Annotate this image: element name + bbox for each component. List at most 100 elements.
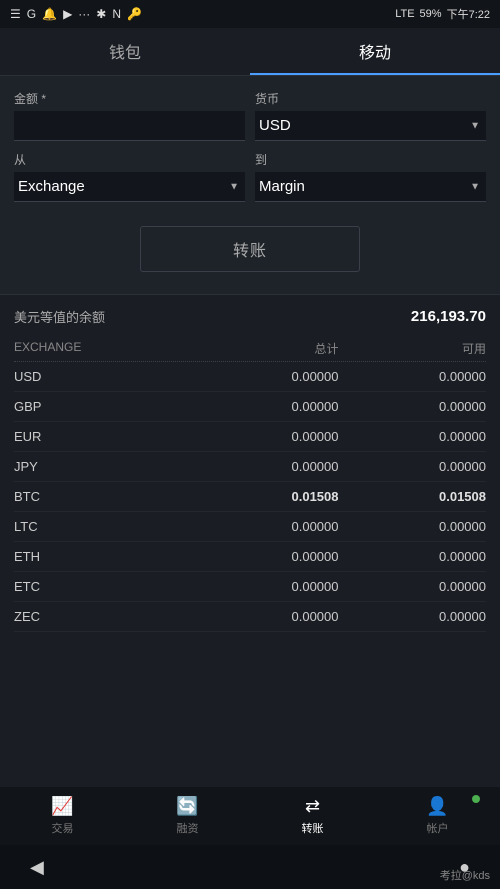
currency-available: 0.00000 (339, 579, 487, 594)
currency-name: ZEC (14, 609, 191, 624)
currency-total: 0.00000 (191, 579, 339, 594)
bluetooth-icon: ✱ (96, 7, 106, 21)
total-header: 总计 (191, 340, 339, 357)
currency-total: 0.00000 (191, 429, 339, 444)
signal-indicator: LTE (395, 8, 414, 20)
currency-total: 0.00000 (191, 549, 339, 564)
status-left-icons: ☰ G 🔔 ▶ ··· ✱ N 🔑 (10, 7, 142, 21)
currency-total: 0.00000 (191, 639, 339, 642)
fund-label: 融资 (177, 820, 199, 836)
currency-name: ETH (14, 549, 191, 564)
nav-transfer[interactable]: ⇄ 转账 (250, 787, 375, 845)
time-display: 下午7:22 (447, 6, 490, 22)
account-label: 帐户 (427, 820, 449, 836)
dots-icon: ··· (78, 7, 90, 21)
currency-label: 货币 (255, 90, 486, 107)
from-group: 从 Exchange (14, 151, 245, 202)
currency-available: 0.00000 (339, 549, 487, 564)
system-bar: ◀ ● 考拉@kds (0, 845, 500, 889)
bottom-nav: 📈 交易 🔄 融资 ⇄ 转账 👤 帐户 (0, 787, 500, 845)
to-group: 到 Margin (255, 151, 486, 202)
table-header: EXCHANGE 总计 可用 (14, 334, 486, 362)
status-right-info: LTE 59% 下午7:22 (395, 6, 490, 22)
currency-total: 0.00000 (191, 609, 339, 624)
table-row: ETC0.000000.00000 (14, 572, 486, 602)
menu-icon: ☰ (10, 7, 21, 21)
currency-available: 0.00000 (339, 639, 487, 642)
back-button[interactable]: ◀ (30, 857, 44, 878)
battery-indicator: 59% (420, 8, 442, 20)
table-row: ZEC0.000000.00000 (14, 602, 486, 632)
bell-icon: 🔔 (42, 7, 57, 21)
amount-input[interactable] (14, 111, 245, 141)
table-row: USD0.000000.00000 (14, 362, 486, 392)
balance-label: 美元等值的余额 (14, 307, 105, 326)
nfc-icon: N (112, 7, 121, 21)
table-row: BTC0.015080.01508 (14, 482, 486, 512)
currency-available: 0.00000 (339, 459, 487, 474)
status-bar: ☰ G 🔔 ▶ ··· ✱ N 🔑 LTE 59% 下午7:22 (0, 0, 500, 28)
trade-label: 交易 (52, 820, 74, 836)
transfer-icon: ⇄ (305, 796, 320, 817)
tab-wallet[interactable]: 钱包 (0, 28, 250, 75)
nav-account[interactable]: 👤 帐户 (375, 787, 500, 845)
table-row: GBP0.000000.00000 (14, 392, 486, 422)
currency-select-wrapper: USD (255, 111, 486, 141)
account-icon: 👤 (426, 796, 448, 817)
play-icon: ▶ (63, 7, 72, 21)
table-section: EXCHANGE 总计 可用 USD0.000000.00000GBP0.000… (0, 334, 500, 642)
table-body: USD0.000000.00000GBP0.000000.00000EUR0.0… (14, 362, 486, 642)
table-row: LTC0.000000.00000 (14, 512, 486, 542)
currency-name: GBP (14, 399, 191, 414)
to-select-wrapper: Margin (255, 172, 486, 202)
nav-trade[interactable]: 📈 交易 (0, 787, 125, 845)
available-header: 可用 (339, 340, 487, 357)
transfer-btn-row: 转账 (14, 212, 486, 288)
currency-available: 0.01508 (339, 489, 487, 504)
currency-select[interactable]: USD (255, 111, 486, 141)
tab-mobile[interactable]: 移动 (250, 28, 500, 75)
form-row-1: 金额 * 货币 USD (14, 90, 486, 141)
key-icon: 🔑 (127, 7, 142, 21)
currency-total: 0.00000 (191, 369, 339, 384)
transfer-button[interactable]: 转账 (140, 226, 360, 272)
currency-name: XMR (14, 639, 191, 642)
currency-name: ETC (14, 579, 191, 594)
currency-available: 0.00000 (339, 429, 487, 444)
table-row: ETH0.000000.00000 (14, 542, 486, 572)
currency-group: 货币 USD (255, 90, 486, 141)
table-row: XMR0.000000.00000 (14, 632, 486, 642)
account-status-dot (472, 795, 480, 803)
balance-section: 美元等值的余额 216,193.70 (0, 294, 500, 334)
currency-name: USD (14, 369, 191, 384)
trade-icon: 📈 (51, 796, 73, 817)
currency-available: 0.00000 (339, 369, 487, 384)
from-select-wrapper: Exchange (14, 172, 245, 202)
amount-group: 金额 * (14, 90, 245, 141)
currency-total: 0.01508 (191, 489, 339, 504)
currency-name: JPY (14, 459, 191, 474)
transfer-label: 转账 (302, 820, 324, 836)
g-icon: G (27, 7, 36, 21)
currency-total: 0.00000 (191, 459, 339, 474)
form-row-2: 从 Exchange 到 Margin (14, 151, 486, 202)
to-label: 到 (255, 151, 486, 168)
currency-name: LTC (14, 519, 191, 534)
to-select[interactable]: Margin (255, 172, 486, 202)
currency-total: 0.00000 (191, 399, 339, 414)
balance-value: 216,193.70 (411, 308, 486, 325)
currency-available: 0.00000 (339, 609, 487, 624)
nav-fund[interactable]: 🔄 融资 (125, 787, 250, 845)
table-row: JPY0.000000.00000 (14, 452, 486, 482)
top-tabs: 钱包 移动 (0, 28, 500, 76)
from-label: 从 (14, 151, 245, 168)
fund-icon: 🔄 (176, 796, 198, 817)
watermark-text: 考拉@kds (440, 867, 490, 883)
from-select[interactable]: Exchange (14, 172, 245, 202)
table-row: EUR0.000000.00000 (14, 422, 486, 452)
amount-label: 金额 * (14, 90, 245, 107)
form-area: 金额 * 货币 USD 从 Exchange 到 (0, 76, 500, 294)
currency-name: EUR (14, 429, 191, 444)
currency-available: 0.00000 (339, 399, 487, 414)
section-label: EXCHANGE (14, 340, 191, 357)
